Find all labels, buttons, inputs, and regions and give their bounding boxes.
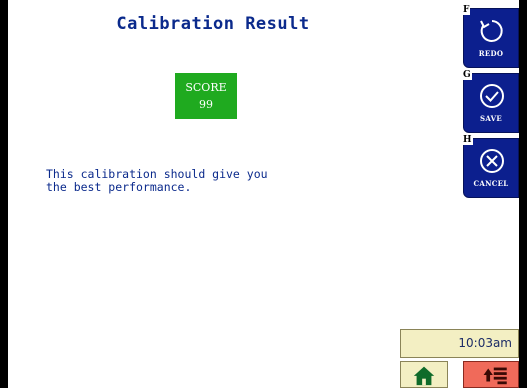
- softkey-label: REDO: [478, 49, 504, 58]
- home-icon: [413, 366, 435, 386]
- score-value: 99: [199, 98, 213, 111]
- softkey-label: SAVE: [480, 114, 502, 123]
- softkey-letter: F: [462, 5, 471, 15]
- cancel-button[interactable]: H CANCEL: [462, 135, 519, 198]
- main-screen: Calibration Result SCORE 99 This calibra…: [8, 0, 519, 388]
- menu-button[interactable]: [463, 361, 519, 388]
- check-circle-icon: [480, 84, 504, 108]
- home-button[interactable]: [400, 361, 448, 388]
- page-title: Calibration Result: [116, 14, 310, 34]
- menu-icon: [483, 367, 507, 385]
- score-label: SCORE: [185, 81, 227, 94]
- score-badge: SCORE 99: [175, 73, 237, 119]
- save-button[interactable]: G SAVE: [462, 70, 519, 133]
- redo-icon: [480, 20, 503, 42]
- softkey-label: CANCEL: [473, 179, 509, 188]
- redo-button[interactable]: F REDO: [462, 5, 519, 68]
- result-message: This calibration should give you the bes…: [46, 167, 268, 194]
- x-circle-icon: [480, 149, 504, 173]
- softkey-letter: G: [462, 70, 472, 80]
- clock-display: 10:03am: [400, 329, 519, 358]
- softkey-letter: H: [462, 135, 473, 145]
